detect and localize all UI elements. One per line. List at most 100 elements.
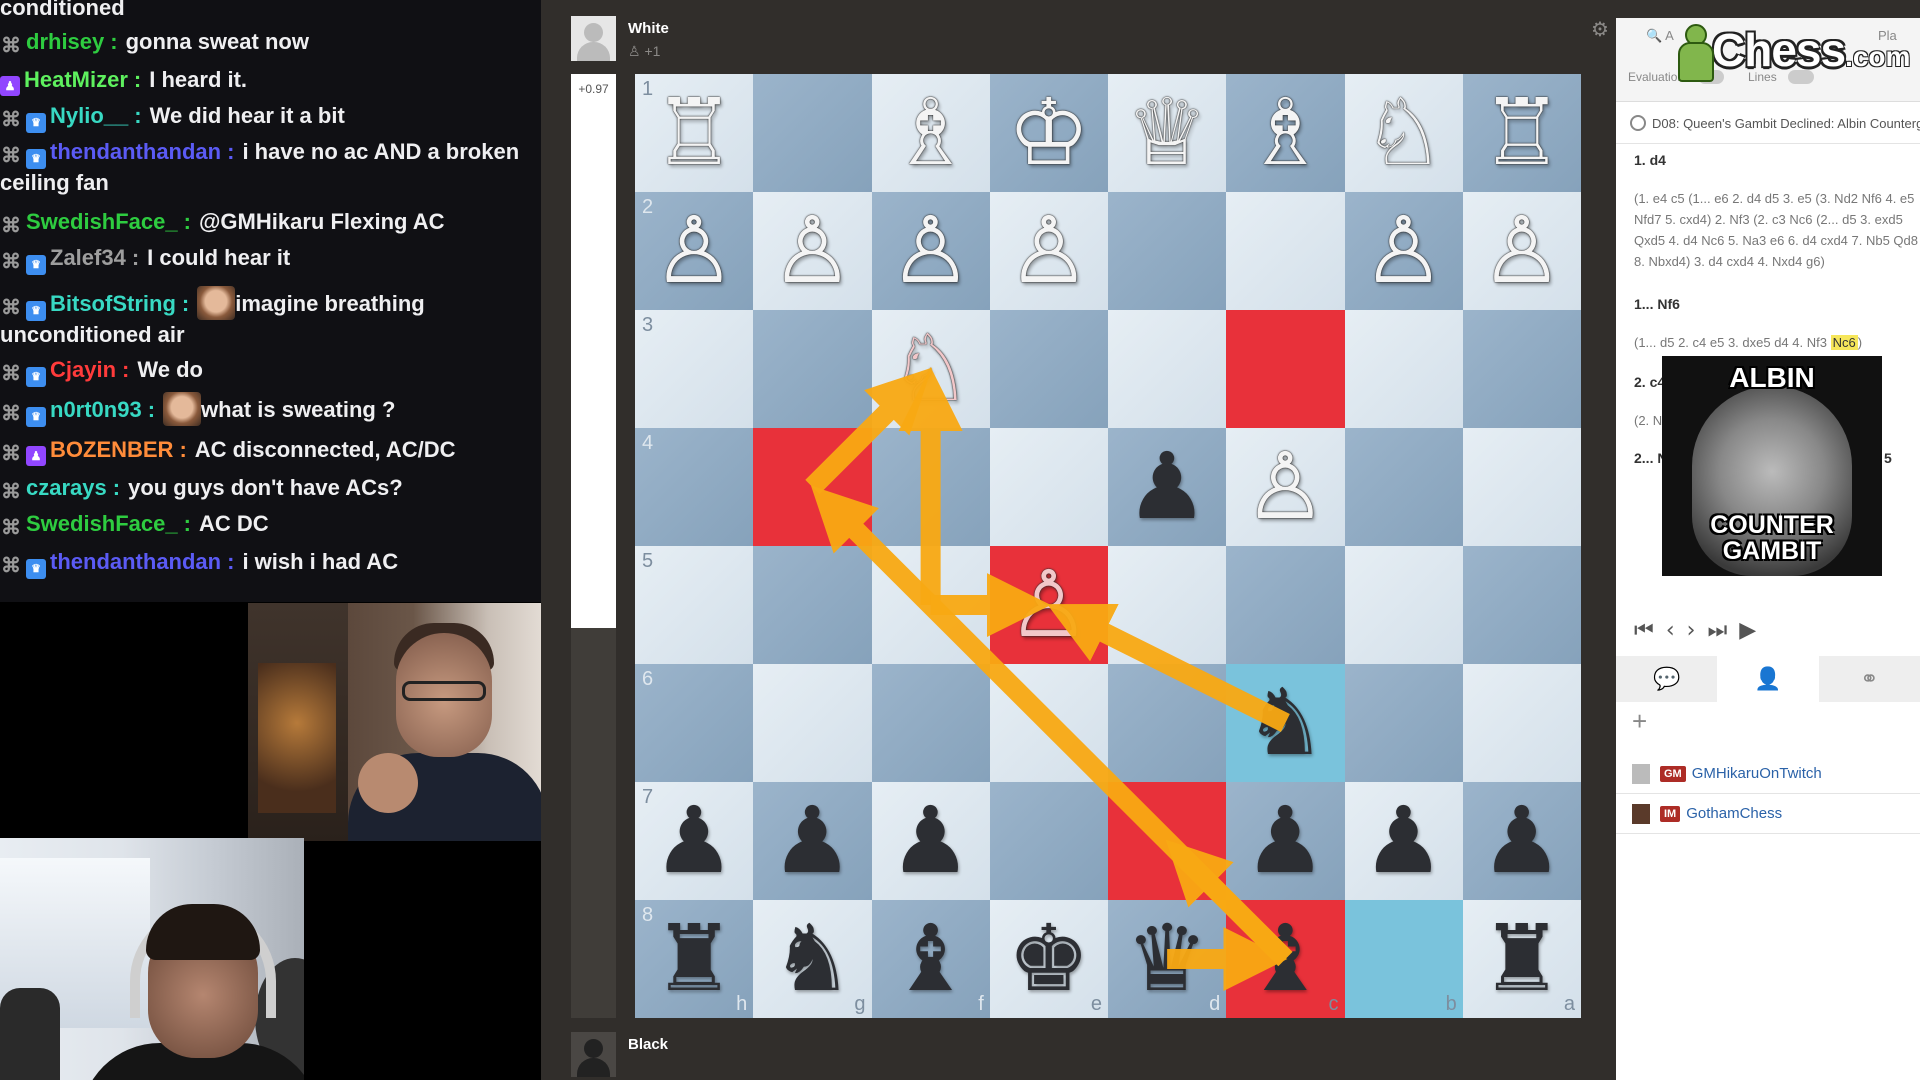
binoculars-icon[interactable]: ⚭ — [1819, 656, 1920, 702]
white-king-icon[interactable]: ♔ — [990, 74, 1108, 192]
square-e7[interactable] — [989, 782, 1108, 900]
square-d1[interactable]: ♕ — [1108, 74, 1227, 192]
square-a2[interactable]: ♙ — [1462, 192, 1581, 310]
last-move-icon[interactable]: ⏭ — [1707, 618, 1727, 643]
white-pawn-icon[interactable]: ♙ — [1345, 192, 1463, 310]
square-f3[interactable]: ♘ — [871, 310, 990, 428]
variation[interactable]: (1... d5 2. c4 e5 3. dxe5 d4 4. Nf3 Nc6) — [1634, 332, 1920, 353]
square-h8[interactable]: 8 h ♜ — [635, 900, 754, 1018]
square-c1[interactable]: ♗ — [1226, 74, 1345, 192]
square-c5[interactable] — [1226, 546, 1345, 664]
square-b2[interactable]: ♙ — [1344, 192, 1463, 310]
square-f1[interactable]: ♗ — [871, 74, 990, 192]
player-name[interactable]: GothamChess — [1686, 805, 1782, 822]
square-d8[interactable]: d ♛ — [1108, 900, 1227, 1018]
chat-bubble-icon[interactable]: 💬 — [1616, 656, 1717, 702]
square-a3[interactable] — [1462, 310, 1581, 428]
chat-username[interactable]: thendanthandan — [50, 139, 221, 164]
white-pawn-icon[interactable]: ♙ — [1463, 192, 1581, 310]
square-d7[interactable] — [1108, 782, 1227, 900]
square-a6[interactable] — [1462, 664, 1581, 782]
chat-username[interactable]: BitsofString — [50, 291, 176, 316]
square-f2[interactable]: ♙ — [871, 192, 990, 310]
square-a5[interactable] — [1462, 546, 1581, 664]
black-king-icon[interactable]: ♚ — [990, 900, 1108, 1018]
square-e3[interactable] — [989, 310, 1108, 428]
square-h1[interactable]: 1 ♖ — [635, 74, 754, 192]
chat-username[interactable]: SwedishFace_ — [26, 209, 178, 234]
variation[interactable]: (1. e4 c5 (1... e6 2. d4 d5 3. e5 (3. Nd… — [1634, 188, 1920, 272]
square-f4[interactable] — [871, 428, 990, 546]
square-g8[interactable]: g ♞ — [753, 900, 872, 1018]
square-c6[interactable]: ♞ — [1226, 664, 1345, 782]
square-h6[interactable]: 6 — [635, 664, 754, 782]
white-rook-icon[interactable]: ♖ — [1463, 74, 1581, 192]
black-pawn-icon[interactable]: ♟ — [1463, 782, 1581, 900]
black-pawn-icon[interactable]: ♟ — [1345, 782, 1463, 900]
chat-username[interactable]: Cjayin — [50, 357, 116, 382]
square-d4[interactable]: ♟ — [1108, 428, 1227, 546]
chat-username[interactable]: n0rt0n93 — [50, 397, 142, 422]
black-pawn-icon[interactable]: ♟ — [635, 782, 753, 900]
white-pawn-icon[interactable]: ♙ — [990, 546, 1108, 664]
white-pawn-icon[interactable]: ♙ — [753, 192, 871, 310]
chat-username[interactable]: czarays — [26, 475, 107, 500]
square-g3[interactable] — [753, 310, 872, 428]
next-move-icon[interactable]: › — [1687, 618, 1696, 643]
square-h5[interactable]: 5 — [635, 546, 754, 664]
square-a7[interactable]: ♟ — [1462, 782, 1581, 900]
square-e4[interactable] — [989, 428, 1108, 546]
person-icon[interactable]: 👤 — [1717, 656, 1819, 702]
square-b8[interactable]: b — [1344, 900, 1463, 1018]
chat-username[interactable]: BOZENBER — [50, 437, 173, 462]
player-list-item[interactable]: IM GothamChess — [1616, 794, 1920, 834]
square-c8[interactable]: c ♝ — [1226, 900, 1345, 1018]
square-g1[interactable] — [753, 74, 872, 192]
square-c7[interactable]: ♟ — [1226, 782, 1345, 900]
chat-username[interactable]: SwedishFace_ — [26, 511, 178, 536]
square-d3[interactable] — [1108, 310, 1227, 428]
white-rook-icon[interactable]: ♖ — [635, 74, 753, 192]
tab-analysis[interactable]: 🔍 A — [1646, 28, 1674, 44]
square-b5[interactable] — [1344, 546, 1463, 664]
square-g2[interactable]: ♙ — [753, 192, 872, 310]
square-a8[interactable]: a ♜ — [1462, 900, 1581, 1018]
square-g4[interactable] — [753, 428, 872, 546]
black-knight-icon[interactable]: ♞ — [1226, 664, 1344, 782]
square-h2[interactable]: 2 ♙ — [635, 192, 754, 310]
square-d2[interactable] — [1108, 192, 1227, 310]
square-c3[interactable] — [1226, 310, 1345, 428]
black-pawn-icon[interactable]: ♟ — [1226, 782, 1344, 900]
chat-username[interactable]: Nylio__ — [50, 103, 128, 128]
square-b4[interactable] — [1344, 428, 1463, 546]
square-f7[interactable]: ♟ — [871, 782, 990, 900]
black-pawn-icon[interactable]: ♟ — [1108, 428, 1226, 546]
chat-username[interactable]: Zalef34 — [50, 245, 126, 270]
square-a1[interactable]: ♖ — [1462, 74, 1581, 192]
black-pawn-icon[interactable]: ♟ — [753, 782, 871, 900]
square-b1[interactable]: ♘ — [1344, 74, 1463, 192]
square-e8[interactable]: e ♚ — [989, 900, 1108, 1018]
black-bishop-icon[interactable]: ♝ — [872, 900, 990, 1018]
square-h3[interactable]: 3 — [635, 310, 754, 428]
black-bishop-icon[interactable]: ♝ — [1226, 900, 1344, 1018]
square-f8[interactable]: f ♝ — [871, 900, 990, 1018]
white-queen-icon[interactable]: ♕ — [1108, 74, 1226, 192]
square-g7[interactable]: ♟ — [753, 782, 872, 900]
white-pawn-icon[interactable]: ♙ — [1226, 428, 1344, 546]
black-rook-icon[interactable]: ♜ — [1463, 900, 1581, 1018]
square-d6[interactable] — [1108, 664, 1227, 782]
prev-move-icon[interactable]: ‹ — [1666, 618, 1675, 643]
move-line[interactable]: 1... Nf6 — [1634, 296, 1680, 312]
square-g5[interactable] — [753, 546, 872, 664]
black-rook-icon[interactable]: ♜ — [635, 900, 753, 1018]
player-list-item[interactable]: GM GMHikaruOnTwitch — [1616, 754, 1920, 794]
white-bishop-icon[interactable]: ♗ — [872, 74, 990, 192]
square-g6[interactable] — [753, 664, 872, 782]
square-a4[interactable] — [1462, 428, 1581, 546]
play-icon[interactable]: ▶ — [1739, 618, 1756, 643]
first-move-icon[interactable]: ⏮ — [1634, 618, 1654, 643]
square-e2[interactable]: ♙ — [989, 192, 1108, 310]
move-line[interactable]: 1. d4 — [1634, 152, 1666, 168]
square-d5[interactable] — [1108, 546, 1227, 664]
